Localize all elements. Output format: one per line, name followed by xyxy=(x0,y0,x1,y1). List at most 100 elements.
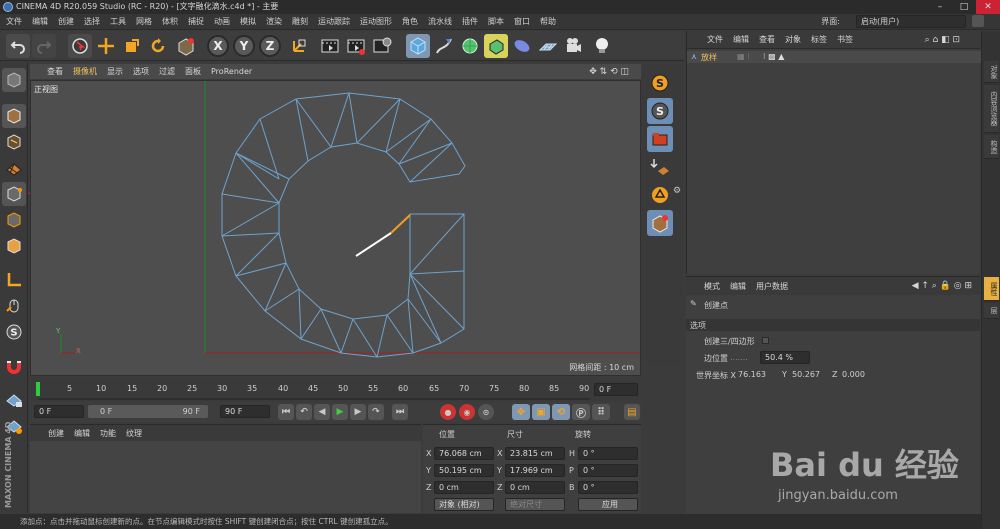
axis-mode-button[interactable] xyxy=(2,268,26,292)
viewport-menu-cameras[interactable]: 摄像机 xyxy=(73,66,97,77)
position-x-field[interactable]: 76.068 cm xyxy=(434,447,494,460)
tab-layers[interactable]: 层 xyxy=(984,303,999,319)
menu-script[interactable]: 脚本 xyxy=(488,16,504,27)
menu-tools[interactable]: 工具 xyxy=(110,16,126,27)
subdivision-surface-button[interactable] xyxy=(458,34,482,58)
menu-window[interactable]: 窗口 xyxy=(514,16,530,27)
render-view-button[interactable] xyxy=(318,34,342,58)
next-frame-button[interactable]: ▶ xyxy=(350,404,366,420)
tweak-mode-button[interactable] xyxy=(2,294,26,318)
size-mode-select[interactable]: 绝对尺寸 xyxy=(505,498,565,511)
start-frame-field[interactable]: 0 F xyxy=(34,405,84,418)
menu-create[interactable]: 创建 xyxy=(58,16,74,27)
position-y-field[interactable]: 50.195 cm xyxy=(434,464,494,477)
attr-menu-mode[interactable]: 模式 xyxy=(704,281,720,292)
snap-settings-button[interactable]: S xyxy=(647,98,673,124)
recent-tool-button[interactable] xyxy=(174,34,198,58)
snap-toggle-button[interactable]: S xyxy=(647,70,673,96)
recycle-button[interactable] xyxy=(647,182,673,208)
menu-edit[interactable]: 编辑 xyxy=(32,16,48,27)
end-frame-field[interactable]: 90 F xyxy=(220,405,270,418)
keyframe-selection-button[interactable]: ⊙ xyxy=(478,404,494,420)
viewport-menu-options[interactable]: 选项 xyxy=(133,66,149,77)
menu-snap[interactable]: 捕捉 xyxy=(188,16,204,27)
workplane-lock-button[interactable] xyxy=(2,388,26,412)
minimize-button[interactable]: – xyxy=(928,0,952,14)
current-frame-field[interactable]: 0 F xyxy=(594,383,638,396)
rotation-h-field[interactable]: 0 ° xyxy=(578,447,638,460)
lock-z-axis-button[interactable]: Z xyxy=(259,35,281,57)
key-pla-button[interactable]: ⠿ xyxy=(592,404,610,420)
render-settings-button[interactable] xyxy=(370,34,394,58)
om-menu-edit[interactable]: 编辑 xyxy=(733,34,749,45)
layout-lock-icon[interactable] xyxy=(972,15,984,27)
camera-button[interactable] xyxy=(562,34,586,58)
pen-spline-button[interactable] xyxy=(432,34,456,58)
om-search-icon[interactable]: ⌕ ⌂ ◧ ⊡ xyxy=(925,35,960,45)
menu-volume[interactable]: 体积 xyxy=(162,16,178,27)
quantize-button[interactable] xyxy=(2,354,26,378)
viewport-menu-display[interactable]: 显示 xyxy=(107,66,123,77)
texture-box-button[interactable] xyxy=(647,210,673,236)
coordinate-system-button[interactable] xyxy=(287,34,311,58)
cube-primitive-button[interactable] xyxy=(406,34,430,58)
play-button[interactable]: ▶ xyxy=(332,404,348,420)
menu-sculpt[interactable]: 雕刻 xyxy=(292,16,308,27)
rotation-p-field[interactable]: 0 ° xyxy=(578,464,638,477)
live-selection-button[interactable] xyxy=(68,34,92,58)
attr-menu-user-data[interactable]: 用户数据 xyxy=(756,281,788,292)
menu-simulate[interactable]: 模拟 xyxy=(240,16,256,27)
mat-menu-texture[interactable]: 纹理 xyxy=(126,428,142,439)
prev-frame-button[interactable]: ◀ xyxy=(314,404,330,420)
key-rotation-button[interactable]: ⟲ xyxy=(552,404,570,420)
edges-mode-button[interactable] xyxy=(2,208,26,232)
rotation-b-field[interactable]: 0 ° xyxy=(578,481,638,494)
object-name[interactable]: 放样 xyxy=(701,52,717,63)
timeline-window-button[interactable]: ▤ xyxy=(624,404,640,420)
om-menu-view[interactable]: 查看 xyxy=(759,34,775,45)
mat-menu-function[interactable]: 功能 xyxy=(100,428,116,439)
menu-character[interactable]: 角色 xyxy=(402,16,418,27)
section-header[interactable]: 选项 xyxy=(686,319,980,331)
extrude-button[interactable] xyxy=(484,34,508,58)
position-z-field[interactable]: 0 cm xyxy=(434,481,494,494)
frame-range-slider[interactable]: 0 F 90 F xyxy=(88,405,208,418)
menu-mesh[interactable]: 网格 xyxy=(136,16,152,27)
snapping-button[interactable]: S xyxy=(2,320,26,344)
next-key-button[interactable]: ↷ xyxy=(368,404,384,420)
om-menu-tags[interactable]: 标签 xyxy=(811,34,827,45)
viewport-navigation-icon[interactable]: ✥ ⇅ ⟲ ◫ xyxy=(589,67,629,77)
size-x-field[interactable]: 23.815 cm xyxy=(505,447,565,460)
points-mode-button[interactable] xyxy=(2,182,26,206)
rotate-tool-button[interactable] xyxy=(146,34,170,58)
attr-nav-icon[interactable]: ◀ ↑ ⌕ 🔒 ◎ ⊞ xyxy=(912,281,972,291)
viewport-menu-filter[interactable]: 过滤 xyxy=(159,66,175,77)
menu-file[interactable]: 文件 xyxy=(6,16,22,27)
make-editable-button[interactable] xyxy=(2,68,26,92)
menu-mograph[interactable]: 运动图形 xyxy=(360,16,392,27)
om-menu-bookmarks[interactable]: 书签 xyxy=(837,34,853,45)
key-position-button[interactable]: ✥ xyxy=(512,404,530,420)
lock-x-axis-button[interactable]: X xyxy=(207,35,229,57)
maximize-button[interactable]: □ xyxy=(952,0,976,14)
tab-content-browser[interactable]: 内容浏览器 xyxy=(984,85,999,133)
size-y-field[interactable]: 17.969 cm xyxy=(505,464,565,477)
timeline[interactable]: 5 10 15 20 25 30 35 40 45 50 55 60 65 70… xyxy=(30,380,641,400)
import-button[interactable] xyxy=(647,154,673,180)
autokey-button[interactable]: ◉ xyxy=(459,404,475,420)
gear-icon[interactable]: ⚙ xyxy=(673,186,681,196)
object-row[interactable]: ⋏ 放样 ▦ ⁝ ⁝ ▩ ▲ xyxy=(687,51,981,63)
tab-objects[interactable]: 对象 xyxy=(984,61,999,83)
lock-y-axis-button[interactable]: Y xyxy=(233,35,255,57)
menu-animate[interactable]: 动画 xyxy=(214,16,230,27)
workplane-mode-button[interactable] xyxy=(2,156,26,180)
key-parameter-button[interactable]: Ⓟ xyxy=(572,404,590,420)
render-to-picture-viewer-button[interactable] xyxy=(344,34,368,58)
go-to-end-button[interactable]: ⏭ xyxy=(392,404,408,420)
model-mode-button[interactable] xyxy=(2,104,26,128)
menu-help[interactable]: 帮助 xyxy=(540,16,556,27)
go-to-start-button[interactable]: ⏮ xyxy=(278,404,294,420)
menu-pipeline[interactable]: 流水线 xyxy=(428,16,452,27)
viewport-menu-panel[interactable]: 面板 xyxy=(185,66,201,77)
floor-button[interactable] xyxy=(536,34,560,58)
